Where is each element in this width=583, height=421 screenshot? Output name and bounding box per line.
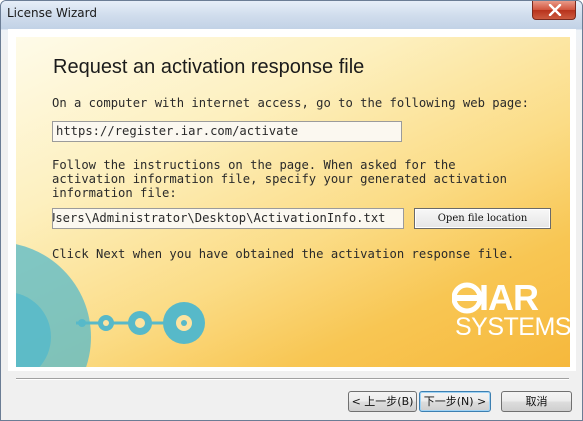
next-button[interactable]: 下一步(N) >	[419, 391, 491, 412]
back-button[interactable]: < 上一步(B)	[348, 391, 417, 412]
cancel-button[interactable]: 取消	[501, 391, 572, 412]
follow-instruction: Follow the instructions on the page. Whe…	[52, 158, 507, 200]
activation-url-field[interactable]: https://register.iar.com/activate	[52, 121, 402, 142]
license-wizard-window: License Wizard Request an activation res…	[0, 0, 583, 421]
window-title: License Wizard	[7, 6, 97, 20]
next-instruction: Click Next when you have obtained the ac…	[52, 247, 515, 261]
logo-name: IAR	[479, 277, 539, 318]
iar-logo-mark-icon	[452, 282, 482, 314]
activation-info-path-field[interactable]: Users\Administrator\Desktop\ActivationIn…	[52, 208, 404, 229]
activation-url-value: https://register.iar.com/activate	[56, 124, 299, 138]
logo-subtitle: SYSTEMS	[455, 313, 570, 341]
activation-info-path-value: Users\Administrator\Desktop\ActivationIn…	[52, 211, 386, 225]
open-file-location-button[interactable]: Open file location	[414, 208, 551, 229]
page-heading: Request an activation response file	[53, 56, 365, 78]
web-instruction: On a computer with internet access, go t…	[52, 96, 529, 110]
close-button[interactable]	[532, 1, 576, 20]
button-separator	[16, 378, 569, 380]
close-icon	[548, 4, 562, 16]
content-frame: Request an activation response file On a…	[8, 29, 576, 371]
title-bar[interactable]: License Wizard	[1, 1, 582, 29]
wizard-panel: Request an activation response file On a…	[16, 37, 570, 367]
